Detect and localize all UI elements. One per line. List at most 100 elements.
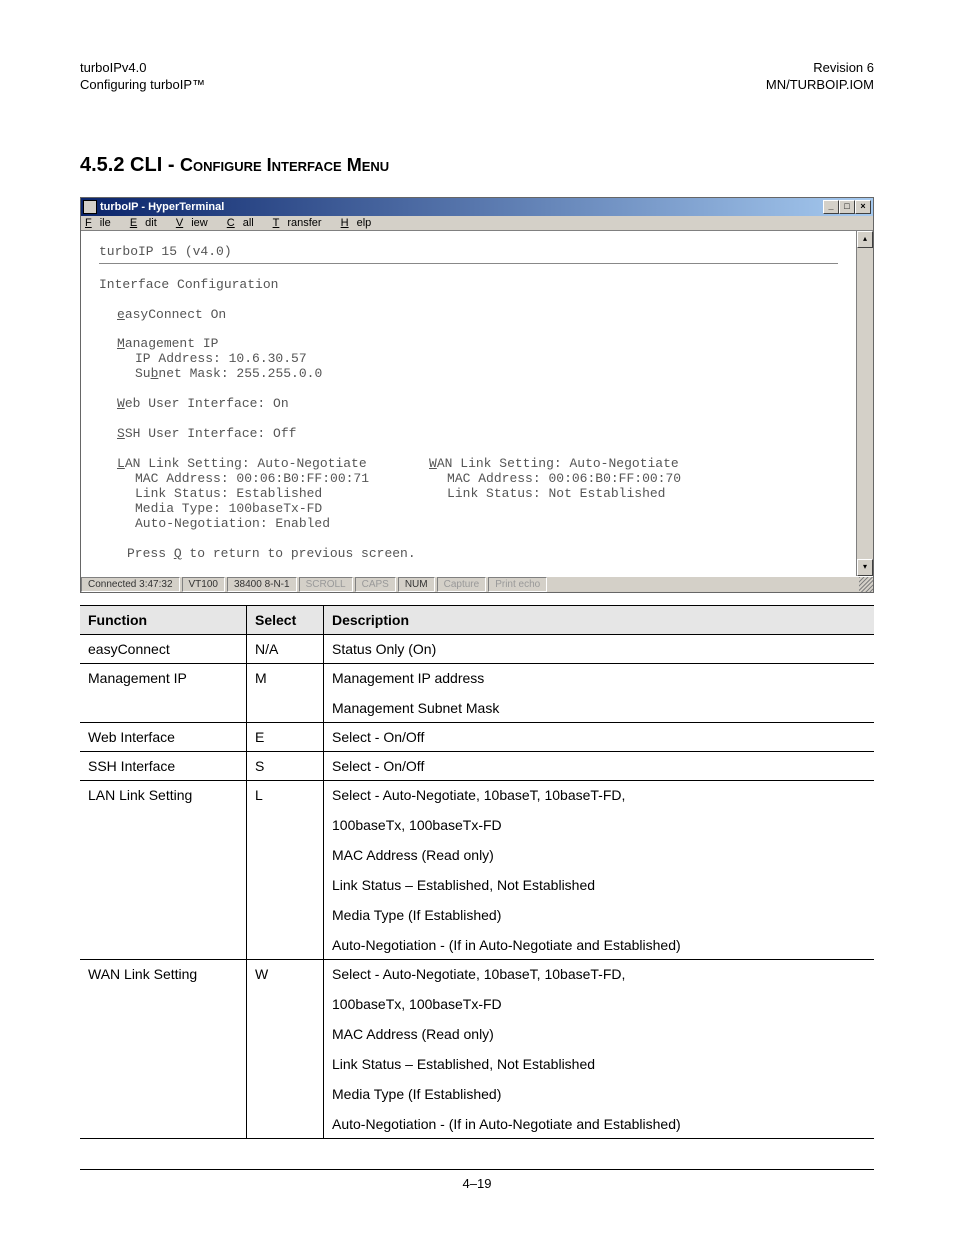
status-scroll: SCROLL bbox=[299, 577, 353, 592]
desc-line: Select - Auto-Negotiate, 10baseT, 10base… bbox=[332, 966, 866, 982]
term-line: MAC Address: 00:06:B0:FF:00:71 bbox=[117, 472, 369, 487]
desc-line: 100baseTx, 100baseTx-FD bbox=[332, 996, 866, 1012]
th-description: Description bbox=[324, 605, 875, 634]
cell-select: S bbox=[247, 751, 324, 780]
scrollbar[interactable]: ▴ ▾ bbox=[856, 231, 873, 576]
desc-line: Media Type (If Established) bbox=[332, 1086, 866, 1102]
term-line: Link Status: Established bbox=[117, 487, 369, 502]
window-titlebar[interactable]: turboIP - HyperTerminal _ □ × bbox=[81, 198, 873, 216]
desc-line: Link Status – Established, Not Establish… bbox=[332, 1056, 866, 1072]
status-connected: Connected 3:47:32 bbox=[81, 577, 180, 592]
header-left-1: turboIPv4.0 bbox=[80, 60, 205, 77]
term-line: easyConnect On bbox=[117, 308, 838, 323]
term-line: SSH User Interface: Off bbox=[117, 427, 838, 442]
desc-line: Link Status – Established, Not Establish… bbox=[332, 877, 866, 893]
term-line: IP Address: 10.6.30.57 bbox=[117, 352, 838, 367]
status-capture: Capture bbox=[437, 577, 487, 592]
close-button[interactable]: × bbox=[855, 200, 871, 214]
cell-select: M bbox=[247, 663, 324, 722]
cell-description: Status Only (On) bbox=[324, 634, 875, 663]
cell-select: L bbox=[247, 780, 324, 959]
terminal-body[interactable]: turboIP 15 (v4.0) Interface Configuratio… bbox=[81, 231, 856, 576]
status-num: NUM bbox=[398, 577, 435, 592]
status-caps: CAPS bbox=[355, 577, 396, 592]
term-rule bbox=[99, 263, 838, 264]
status-term: VT100 bbox=[182, 577, 225, 592]
section-number: 4.5.2 bbox=[80, 154, 124, 176]
cell-description: Select - On/Off bbox=[324, 722, 875, 751]
cell-function: LAN Link Setting bbox=[80, 780, 247, 959]
cell-function: WAN Link Setting bbox=[80, 959, 247, 1138]
term-line: Link Status: Not Established bbox=[429, 487, 681, 502]
cell-select: E bbox=[247, 722, 324, 751]
page-rule bbox=[80, 1169, 874, 1170]
resize-grip-icon[interactable] bbox=[859, 577, 873, 592]
section-rest: Configure Interface Menu bbox=[180, 155, 389, 175]
window-title: turboIP - HyperTerminal bbox=[100, 201, 224, 213]
desc-line: Status Only (On) bbox=[332, 641, 866, 657]
cell-description: Select - Auto-Negotiate, 10baseT, 10base… bbox=[324, 959, 875, 1138]
scroll-down-icon[interactable]: ▾ bbox=[857, 559, 873, 576]
desc-line: Select - On/Off bbox=[332, 729, 866, 745]
status-bar: Connected 3:47:32 VT100 38400 8-N-1 SCRO… bbox=[81, 576, 873, 592]
page-header: turboIPv4.0 Configuring turboIP™ Revisio… bbox=[80, 60, 874, 94]
scroll-up-icon[interactable]: ▴ bbox=[857, 231, 873, 248]
minimize-button[interactable]: _ bbox=[823, 200, 839, 214]
cell-select: W bbox=[247, 959, 324, 1138]
desc-line: 100baseTx, 100baseTx-FD bbox=[332, 817, 866, 833]
th-select: Select bbox=[247, 605, 324, 634]
menu-file[interactable]: File bbox=[85, 217, 119, 229]
desc-line: Select - On/Off bbox=[332, 758, 866, 774]
term-line: Web User Interface: On bbox=[117, 397, 838, 412]
table-row: easyConnectN/A Status Only (On) bbox=[80, 634, 874, 663]
hyperterminal-window: turboIP - HyperTerminal _ □ × File Edit … bbox=[80, 197, 874, 593]
header-right-1: Revision 6 bbox=[766, 60, 874, 77]
cell-description: Select - Auto-Negotiate, 10baseT, 10base… bbox=[324, 780, 875, 959]
term-line: Press Q to return to previous screen. bbox=[117, 547, 838, 562]
cell-function: SSH Interface bbox=[80, 751, 247, 780]
desc-line: MAC Address (Read only) bbox=[332, 1026, 866, 1042]
section-cli: CLI bbox=[130, 154, 162, 176]
menu-call[interactable]: Call bbox=[227, 217, 262, 229]
term-line: turboIP 15 (v4.0) bbox=[99, 245, 838, 260]
term-line: WAN Link Setting: Auto-Negotiate bbox=[429, 457, 681, 472]
page-number: 4–19 bbox=[80, 1176, 874, 1191]
definition-table: Function Select Description easyConnectN… bbox=[80, 605, 874, 1139]
term-line: Management IP bbox=[117, 337, 838, 352]
term-line: Interface Configuration bbox=[99, 278, 838, 293]
maximize-button[interactable]: □ bbox=[839, 200, 855, 214]
header-left-2: Configuring turboIP™ bbox=[80, 77, 205, 94]
term-line: Auto-Negotiation: Enabled bbox=[117, 517, 369, 532]
menu-help[interactable]: Help bbox=[341, 217, 380, 229]
status-baud: 38400 8-N-1 bbox=[227, 577, 297, 592]
desc-line: Management IP address bbox=[332, 670, 866, 686]
table-row: WAN Link SettingW Select - Auto-Negotiate… bbox=[80, 959, 874, 1138]
table-row: LAN Link SettingL Select - Auto-Negotiate… bbox=[80, 780, 874, 959]
term-line: MAC Address: 00:06:B0:FF:00:70 bbox=[429, 472, 681, 487]
desc-line: Media Type (If Established) bbox=[332, 907, 866, 923]
menu-bar: File Edit View Call Transfer Help bbox=[81, 216, 873, 231]
desc-line: Select - Auto-Negotiate, 10baseT, 10base… bbox=[332, 787, 866, 803]
menu-view[interactable]: View bbox=[176, 217, 216, 229]
cell-function: easyConnect bbox=[80, 634, 247, 663]
app-icon bbox=[83, 200, 97, 214]
cell-select: N/A bbox=[247, 634, 324, 663]
cell-function: Web Interface bbox=[80, 722, 247, 751]
desc-line: Auto-Negotiation - (If in Auto-Negotiate… bbox=[332, 1116, 866, 1132]
term-line: LAN Link Setting: Auto-Negotiate bbox=[117, 457, 369, 472]
desc-line: MAC Address (Read only) bbox=[332, 847, 866, 863]
section-heading: 4.5.2 CLI - Configure Interface Menu bbox=[80, 154, 874, 177]
status-echo: Print echo bbox=[488, 577, 547, 592]
desc-line: Management Subnet Mask bbox=[332, 700, 866, 716]
header-right-2: MN/TURBOIP.IOM bbox=[766, 77, 874, 94]
table-row: Web InterfaceE Select - On/Off bbox=[80, 722, 874, 751]
cell-function: Management IP bbox=[80, 663, 247, 722]
table-row: Management IPM Management IP address Manag… bbox=[80, 663, 874, 722]
menu-transfer[interactable]: Transfer bbox=[273, 217, 330, 229]
cell-description: Select - On/Off bbox=[324, 751, 875, 780]
term-line: Media Type: 100baseTx-FD bbox=[117, 502, 369, 517]
desc-line: Auto-Negotiation - (If in Auto-Negotiate… bbox=[332, 937, 866, 953]
menu-edit[interactable]: Edit bbox=[130, 217, 165, 229]
term-line: Subnet Mask: 255.255.0.0 bbox=[117, 367, 838, 382]
table-row: SSH InterfaceS Select - On/Off bbox=[80, 751, 874, 780]
